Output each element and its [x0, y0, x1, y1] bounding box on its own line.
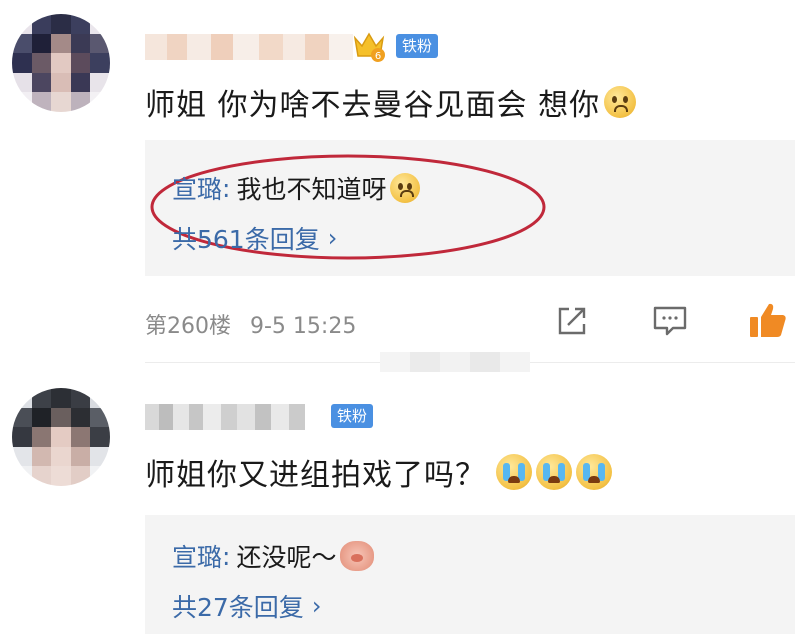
crying-face-icon: [536, 454, 572, 490]
reply-author[interactable]: 宣璐: [172, 170, 222, 206]
chevron-right-icon: ›: [311, 592, 322, 620]
chevron-right-icon: ›: [327, 224, 338, 252]
username-blurred: [380, 352, 530, 372]
comment-text: 师姐你又进组拍戏了吗？: [145, 450, 612, 494]
crying-face-icon: [496, 454, 532, 490]
reply-count-link[interactable]: 共561条回复 ›: [172, 220, 337, 256]
avatar[interactable]: [12, 14, 110, 112]
comment-icon[interactable]: [651, 302, 689, 340]
crying-face-icon: [576, 454, 612, 490]
reply-text: 还没呢～: [236, 543, 337, 572]
reply-separator: :: [222, 541, 231, 571]
reply-count-link[interactable]: 共27条回复 ›: [172, 588, 321, 624]
fan-badge: 铁粉: [331, 404, 374, 428]
reply-line[interactable]: 宣璐 : 还没呢～: [172, 538, 375, 574]
svg-text:6: 6: [375, 51, 381, 62]
comment-text-content: 师姐 你为啥不去曼谷见面会 想你: [145, 88, 601, 123]
sad-face-icon: [390, 173, 421, 203]
comment-text-content: 师姐你又进组拍戏了吗？: [145, 458, 486, 493]
pig-face-icon: [340, 541, 375, 571]
comment-text: 师姐 你为啥不去曼谷见面会 想你: [145, 80, 637, 124]
sad-face-icon: [604, 86, 637, 118]
fan-badge: 铁粉: [396, 34, 439, 58]
reply-text: 我也不知道呀: [236, 175, 387, 204]
reply-line[interactable]: 宣璐 : 我也不知道呀: [172, 170, 421, 206]
username-blurred[interactable]: [145, 34, 353, 60]
crown-level-icon: 6: [352, 28, 386, 62]
reply-separator: :: [222, 173, 231, 203]
post-meta: 第260楼 9-5 15:25: [145, 308, 356, 340]
share-icon[interactable]: [553, 302, 591, 340]
avatar[interactable]: [12, 388, 110, 486]
floor-number: 第260楼: [145, 314, 231, 339]
reply-count: 共561条回复: [172, 225, 320, 254]
username-blurred[interactable]: [145, 404, 305, 430]
reply-count: 共27条回复: [172, 593, 304, 622]
post-datetime: 9-5 15:25: [250, 314, 357, 339]
reply-author[interactable]: 宣璐: [172, 538, 222, 574]
thumbs-up-icon[interactable]: [746, 298, 790, 342]
